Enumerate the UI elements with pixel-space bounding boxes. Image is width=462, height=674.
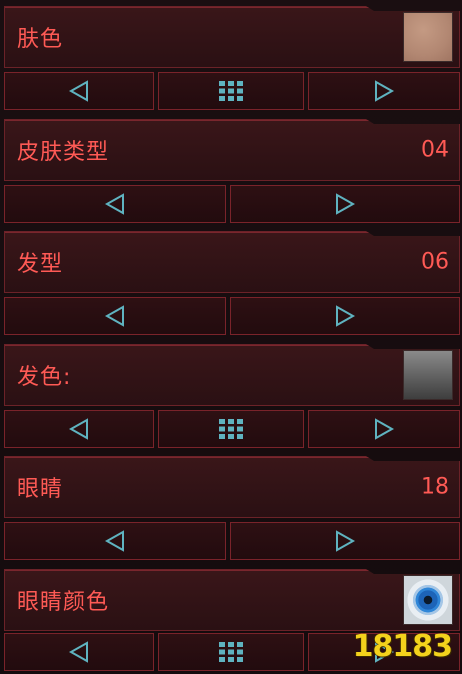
setting-value: 04: [421, 137, 449, 163]
triangle-right-icon: [375, 418, 395, 440]
setting-label: 发型: [17, 252, 64, 277]
skin-color-swatch[interactable]: [403, 12, 453, 62]
triangle-right-icon: [375, 80, 395, 102]
triangle-left-icon: [68, 418, 88, 440]
grid-icon: [219, 642, 243, 662]
grid-icon: [219, 419, 243, 439]
palette-button[interactable]: [158, 410, 304, 448]
triangle-left-icon: [104, 530, 124, 552]
character-customization-panel: 肤色 皮肤类型 04 发型 06 发色: 眼睛 18 眼睛颜色 18183: [0, 0, 462, 674]
next-button[interactable]: [230, 185, 460, 223]
triangle-left-icon: [68, 80, 88, 102]
setting-header[interactable]: 眼睛颜色: [4, 569, 460, 631]
palette-button[interactable]: [158, 72, 304, 110]
watermark-logo: 18183: [352, 629, 453, 664]
triangle-left-icon: [68, 641, 88, 663]
prev-button[interactable]: [4, 410, 154, 448]
setting-controls: [4, 410, 460, 448]
next-button[interactable]: [308, 72, 460, 110]
setting-header[interactable]: 皮肤类型 04: [4, 119, 460, 181]
palette-button[interactable]: [158, 633, 304, 671]
setting-controls: [4, 522, 460, 560]
next-button[interactable]: [230, 297, 460, 335]
setting-label: 皮肤类型: [17, 140, 110, 165]
next-button[interactable]: [230, 522, 460, 560]
setting-header[interactable]: 发型 06: [4, 231, 460, 293]
setting-label: 发色:: [17, 365, 72, 390]
setting-label: 眼睛颜色: [17, 590, 110, 615]
setting-controls: [4, 297, 460, 335]
triangle-left-icon: [104, 305, 124, 327]
setting-header[interactable]: 肤色: [4, 6, 460, 68]
grid-icon: [219, 81, 243, 101]
setting-header[interactable]: 眼睛 18: [4, 456, 460, 518]
prev-button[interactable]: [4, 297, 226, 335]
triangle-right-icon: [336, 305, 356, 327]
setting-value: 18: [421, 474, 449, 500]
triangle-right-icon: [336, 193, 356, 215]
setting-label: 眼睛: [17, 477, 64, 502]
eye-color-swatch[interactable]: [403, 575, 453, 625]
next-button[interactable]: [308, 410, 460, 448]
triangle-left-icon: [104, 193, 124, 215]
hair-color-swatch[interactable]: [403, 350, 453, 400]
setting-header[interactable]: 发色:: [4, 344, 460, 406]
triangle-right-icon: [336, 530, 356, 552]
setting-label: 肤色: [17, 27, 64, 52]
prev-button[interactable]: [4, 522, 226, 560]
setting-controls: [4, 72, 460, 110]
prev-button[interactable]: [4, 633, 154, 671]
prev-button[interactable]: [4, 72, 154, 110]
setting-value: 06: [421, 249, 449, 275]
setting-controls: [4, 185, 460, 223]
prev-button[interactable]: [4, 185, 226, 223]
